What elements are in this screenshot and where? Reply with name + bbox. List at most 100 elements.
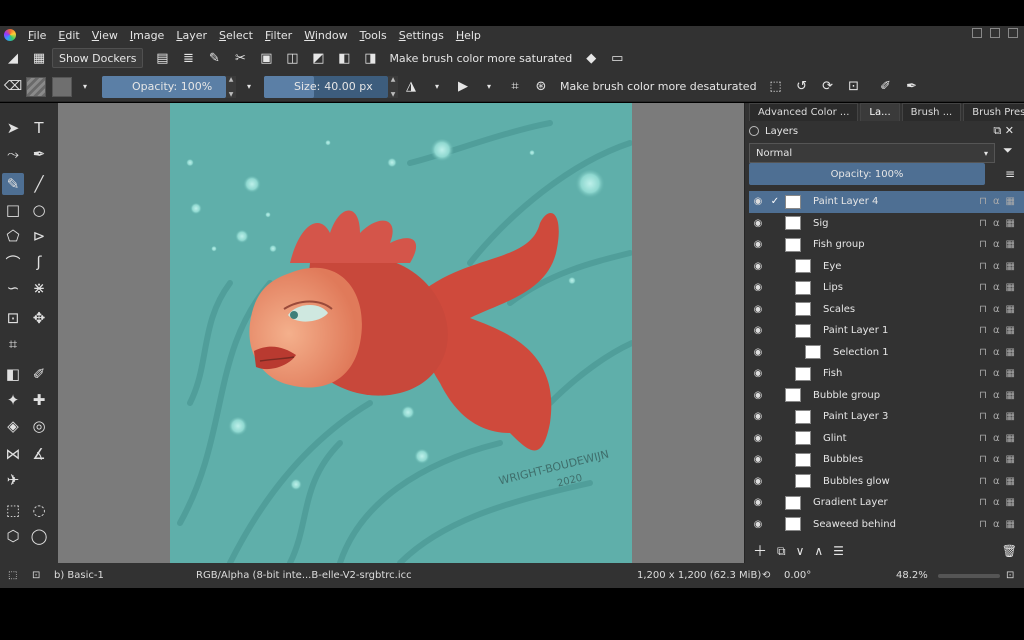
layer-select-checkbox[interactable] bbox=[769, 303, 781, 315]
menu-view[interactable]: View bbox=[86, 29, 124, 42]
filter-icon[interactable]: ⏷ bbox=[1003, 143, 1013, 158]
brush-preset-icon[interactable]: ⊡ bbox=[32, 570, 40, 581]
flip-v-dropdown-icon[interactable]: ▾ bbox=[480, 78, 498, 96]
layer-row[interactable]: ◉ Bubbles glow ⊓α▦ bbox=[749, 471, 1024, 493]
zoom-slider[interactable] bbox=[938, 574, 1000, 578]
brush-icon[interactable]: ✐ bbox=[877, 78, 895, 96]
layer-select-checkbox[interactable] bbox=[769, 454, 781, 466]
layer-select-checkbox[interactable] bbox=[769, 475, 781, 487]
visibility-eye-icon[interactable]: ◉ bbox=[751, 261, 765, 272]
save-icon[interactable]: ▭ bbox=[608, 49, 626, 67]
layer-select-checkbox[interactable]: ✓ bbox=[769, 196, 781, 208]
transform-tool-icon[interactable]: ⊡ bbox=[2, 307, 24, 329]
layer-row[interactable]: ◉ Fish group ⊓α▦ bbox=[749, 234, 1024, 256]
layer-props-icons[interactable]: ⊓α▦ bbox=[979, 325, 1021, 336]
visibility-eye-icon[interactable]: ◉ bbox=[751, 433, 765, 444]
eraser-mode-icon[interactable]: ◆ bbox=[582, 49, 600, 67]
layer-select-checkbox[interactable] bbox=[769, 217, 781, 229]
freehand-select-icon[interactable]: ◯ bbox=[28, 525, 50, 547]
list-icon[interactable]: ≣ bbox=[179, 49, 197, 67]
rotation-icon[interactable]: ⟲ bbox=[762, 570, 770, 581]
visibility-eye-icon[interactable]: ◉ bbox=[751, 390, 765, 401]
transform-icon[interactable]: ⬚ bbox=[767, 78, 785, 96]
fit-icon[interactable]: ⊡ bbox=[1006, 570, 1014, 581]
layer-row[interactable]: ◉ Paint Layer 1 ⊓α▦ bbox=[749, 320, 1024, 342]
layer-props-icons[interactable]: ⊓α▦ bbox=[979, 476, 1021, 487]
flip-dropdown-icon[interactable]: ▾ bbox=[428, 78, 446, 96]
tab-brush[interactable]: Brush ... bbox=[901, 103, 962, 121]
close-window-icon[interactable] bbox=[1008, 28, 1018, 38]
calligraphy-icon[interactable]: ✒ bbox=[28, 143, 50, 165]
layer-select-checkbox[interactable] bbox=[769, 368, 781, 380]
clear-icon[interactable]: ⌫ bbox=[4, 78, 22, 96]
layer-select-checkbox[interactable] bbox=[769, 389, 781, 401]
crop-icon[interactable]: ⌗ bbox=[506, 78, 524, 96]
minimize-icon[interactable] bbox=[972, 28, 982, 38]
edit-shape-icon[interactable]: ⤳ bbox=[2, 143, 24, 165]
menu-help[interactable]: Help bbox=[450, 29, 487, 42]
gradient-swatch[interactable] bbox=[26, 76, 46, 97]
artwork[interactable]: WRIGHT-BOUDEWIJN 2020 bbox=[170, 103, 632, 563]
reference-icon[interactable]: ⊡ bbox=[845, 78, 863, 96]
layer-props-icons[interactable]: ⊓α▦ bbox=[979, 196, 1021, 207]
layer-row[interactable]: ◉ Selection 1 ⊓α▦ bbox=[749, 342, 1024, 364]
menu-file[interactable]: File bbox=[22, 29, 52, 42]
layer-props-icons[interactable]: ⊓α▦ bbox=[979, 239, 1021, 250]
opacity-spinner[interactable]: ▲ ▼ bbox=[226, 75, 236, 98]
layer-row[interactable]: ◉ Bubbles ⊓α▦ bbox=[749, 449, 1024, 471]
visibility-eye-icon[interactable]: ◉ bbox=[751, 454, 765, 465]
layer-select-checkbox[interactable] bbox=[769, 260, 781, 272]
layer-select-checkbox[interactable] bbox=[769, 239, 781, 251]
multibrush-icon[interactable]: ⋇ bbox=[28, 277, 50, 299]
wrap-icon[interactable]: ◧ bbox=[335, 49, 353, 67]
crop-tool-icon[interactable]: ⌗ bbox=[2, 333, 24, 355]
duplicate-layer-icon[interactable]: ⧉ bbox=[777, 544, 786, 559]
move-up-icon[interactable]: ∧ bbox=[814, 544, 823, 558]
freehand-brush-icon[interactable]: ✎ bbox=[2, 173, 24, 195]
rectangle-tool-icon[interactable]: □ bbox=[2, 199, 24, 221]
color-picker-icon[interactable]: ✒ bbox=[903, 78, 921, 96]
layer-props-icons[interactable]: ⊓α▦ bbox=[979, 282, 1021, 293]
saturate-label[interactable]: Make brush color more saturated bbox=[389, 52, 572, 65]
brush-editor-icon[interactable]: ✎ bbox=[205, 49, 223, 67]
desaturate-label[interactable]: Make brush color more desaturated bbox=[560, 80, 757, 93]
ellipse-select-icon[interactable]: ◌ bbox=[28, 499, 50, 521]
text-tool-icon[interactable]: T bbox=[28, 117, 50, 139]
move-tool-icon[interactable]: ✥ bbox=[28, 307, 50, 329]
layer-row[interactable]: ◉ Paint Layer 3 ⊓α▦ bbox=[749, 406, 1024, 428]
wrap-around-icon[interactable]: ⊛ bbox=[532, 78, 550, 96]
gradient-tool-icon[interactable]: ◧ bbox=[2, 363, 24, 385]
layer-props-icons[interactable]: ⊓α▦ bbox=[979, 497, 1021, 508]
layer-props-icons[interactable]: ⊓α▦ bbox=[979, 519, 1021, 530]
layer-row[interactable]: ◉ Glint ⊓α▦ bbox=[749, 428, 1024, 450]
smart-patch-icon[interactable]: ✚ bbox=[28, 389, 50, 411]
layer-props-icons[interactable]: ⊓α▦ bbox=[979, 347, 1021, 358]
flip-vertical-icon[interactable]: ▶ bbox=[454, 78, 472, 96]
selection-icon[interactable]: ⬚ bbox=[8, 570, 17, 581]
layer-select-checkbox[interactable] bbox=[769, 325, 781, 337]
docker-float-icon[interactable] bbox=[749, 126, 759, 136]
menu-select[interactable]: Select bbox=[213, 29, 259, 42]
layer-select-checkbox[interactable] bbox=[769, 497, 781, 509]
visibility-eye-icon[interactable]: ◉ bbox=[751, 411, 765, 422]
paste-icon[interactable]: ▣ bbox=[257, 49, 275, 67]
measure-tool-icon[interactable]: ∡ bbox=[28, 443, 50, 465]
tab-layers[interactable]: La... bbox=[860, 103, 900, 121]
layer-props-icons[interactable]: ⊓α▦ bbox=[979, 368, 1021, 379]
restore-icon[interactable] bbox=[990, 28, 1000, 38]
layer-select-checkbox[interactable] bbox=[769, 432, 781, 444]
eraser-icon[interactable]: ◢ bbox=[4, 49, 22, 67]
polyline-tool-icon[interactable]: ⊳ bbox=[28, 225, 50, 247]
layer-row[interactable]: ◉ Lips ⊓α▦ bbox=[749, 277, 1024, 299]
ellipse-tool-icon[interactable]: ○ bbox=[28, 199, 50, 221]
enclose-fill-icon[interactable]: ◎ bbox=[28, 415, 50, 437]
swap-colors-icon[interactable]: ◩ bbox=[309, 49, 327, 67]
select-shape-icon[interactable]: ➤ bbox=[2, 117, 24, 139]
layer-props-icons[interactable]: ⊓α▦ bbox=[979, 411, 1021, 422]
layer-row[interactable]: ◉ Eye ⊓α▦ bbox=[749, 256, 1024, 278]
layer-props-icons[interactable]: ⊓α▦ bbox=[979, 454, 1021, 465]
layer-properties-icon[interactable]: ☰ bbox=[833, 544, 844, 558]
size-slider[interactable]: Size: 40.00 px bbox=[264, 75, 388, 98]
menu-icon[interactable]: ≡ bbox=[1005, 167, 1015, 181]
layer-row[interactable]: ◉ Bubble group ⊓α▦ bbox=[749, 385, 1024, 407]
